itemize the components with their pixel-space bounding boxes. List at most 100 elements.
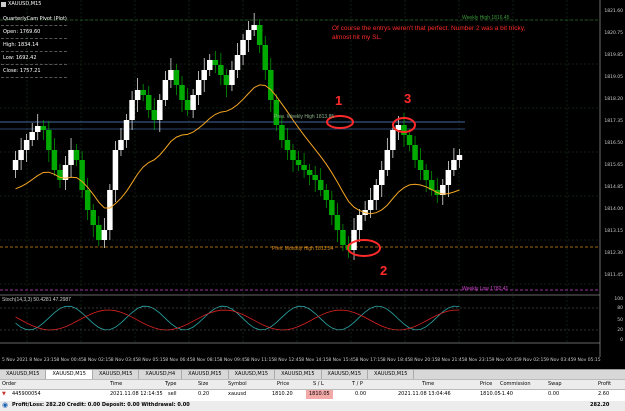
candle [451,160,457,170]
trade-cell: sell [168,391,177,397]
time-tick: 8 Nov 15:45 [328,358,356,363]
candle [168,70,174,80]
price-tick: 1814.85 [604,185,623,190]
column-header[interactable]: Commission [500,380,531,389]
price-tick: 1814.00 [604,207,623,212]
candle [351,230,357,250]
candle [90,210,96,225]
candle [240,40,246,55]
candle [229,70,235,85]
time-tick: 8 Nov 23:15 [29,358,57,363]
chart-tab[interactable]: XAUUSD,M15 [368,370,415,379]
candle [367,200,374,210]
time-tick: 8 Nov 12:45 [274,358,302,363]
column-header[interactable]: Symbol [228,380,247,389]
candle [334,215,341,230]
candle [134,90,141,100]
candle [212,60,219,65]
price-tick: 100 [614,297,623,302]
info-line: Low: 1692.42 [1,52,67,65]
candle [23,140,30,150]
candle [73,150,80,160]
trade-cell: 2.60 [598,391,610,397]
column-header[interactable]: Order [2,380,16,389]
chart-tab[interactable]: XAUUSD,M15 [229,370,276,379]
indicator-label: Stoch(14,3,3) 50.4281 47.2987 [2,297,71,303]
column-header[interactable]: Time [110,380,122,389]
chart-tab[interactable]: XAUUSD,M15 [0,370,47,379]
price-axis: 1821.60 1820.75 1819.85 1819.05 1818.20 … [600,0,625,345]
column-header[interactable]: S / L [313,380,324,389]
price-tick: 1819.05 [604,75,623,80]
column-header[interactable]: Profit [598,380,611,389]
price-tick: 1816.50 [604,141,623,146]
chart-tab[interactable]: XAUUSD,M15 [46,370,93,379]
candle [356,215,363,230]
candle [34,126,41,132]
price-tick: 1812.30 [604,251,623,256]
candle [184,100,191,110]
time-tick: 9 Nov 03:45 [546,358,574,363]
candle [145,95,152,110]
time-tick: 8 Nov 21:45 [437,358,465,363]
price-chart[interactable] [0,0,625,370]
time-tick: 8 Nov 14:15 [301,358,329,363]
time-tick: 8 Nov 11:15 [246,358,275,363]
price-tick: 20 [617,328,623,333]
marker-2-label: 2 [380,263,388,278]
candle [290,150,296,160]
candle [456,155,463,160]
chart-tabs: XAUUSD,M15 XAUUSD,M15 XAUUSD,M15 XAUUSD,H4 X… [0,369,625,379]
chart-tab[interactable]: XAUUSD,M15 [182,370,229,379]
column-header[interactable]: Size [198,380,208,389]
chart-tab[interactable]: XAUUSD,M15 [93,370,140,379]
trade-row[interactable]: ▼ 445900054 2021.11.08 12:14:35 sell 0.20 xau… [0,390,625,399]
sell-icon: ▼ [2,391,6,397]
time-tick: 8 Nov 09:45 [219,358,248,363]
candle [179,85,185,100]
candle [245,30,252,40]
trade-cell: 1810.05 [480,391,501,397]
price-tick: 1811.45 [604,273,623,278]
candle [157,100,163,120]
column-header[interactable]: Time [422,380,434,389]
price-tick: 0 [620,338,623,343]
time-tick: 8 Nov 17:15 [355,358,384,363]
candle [40,126,47,130]
candle [195,80,202,95]
candle [118,140,124,150]
chart-window[interactable]: XAUUSD,M15 QuarterlyCam Pivot (Plot) Ope… [0,0,625,370]
chart-tab[interactable]: XAUUSD,M15 [322,370,369,379]
candle [107,190,113,230]
chart-tab[interactable]: XAUUSD,H4 [139,370,183,379]
candle [101,230,108,240]
time-tick: 8 Nov 05:15 [138,358,166,363]
candle [284,140,291,150]
marker-3-label: 3 [404,91,412,106]
time-tick: 8 Nov 08:15 [192,358,220,363]
chart-tab[interactable]: XAUUSD,M15 [275,370,322,379]
balance-line: Profit/Loss: 282.20 Credit: 0.00 Deposit… [12,402,190,408]
column-header[interactable]: Price [277,380,289,389]
trade-cell: 2021.11.08 12:14:35 [110,391,163,397]
candle [140,90,146,95]
price-tick: 50 [617,318,623,323]
candle [112,150,119,190]
weekly-high-label: Weekly High 1816.45 [462,15,510,21]
marker-1-label: 1 [335,93,343,108]
column-header[interactable]: Type [165,380,176,389]
column-header[interactable]: T / P [352,380,363,389]
column-header[interactable]: Swap [548,380,562,389]
column-header[interactable]: Price [480,380,492,389]
candle [201,70,207,80]
prev-monthly-high-label: Prev. Monthly High 1813.54 [272,246,334,252]
time-tick: 9 Nov 05:15 [573,358,601,363]
time-tick: 8 Nov 23:15 [464,358,492,363]
candle [295,160,302,165]
candle [84,190,91,210]
candle [162,80,169,100]
info-line: Close: 1757.21 [1,65,67,78]
candle [46,130,52,150]
info-line: QuarterlyCam Pivot (Plot) [1,13,67,26]
candle [312,175,318,180]
